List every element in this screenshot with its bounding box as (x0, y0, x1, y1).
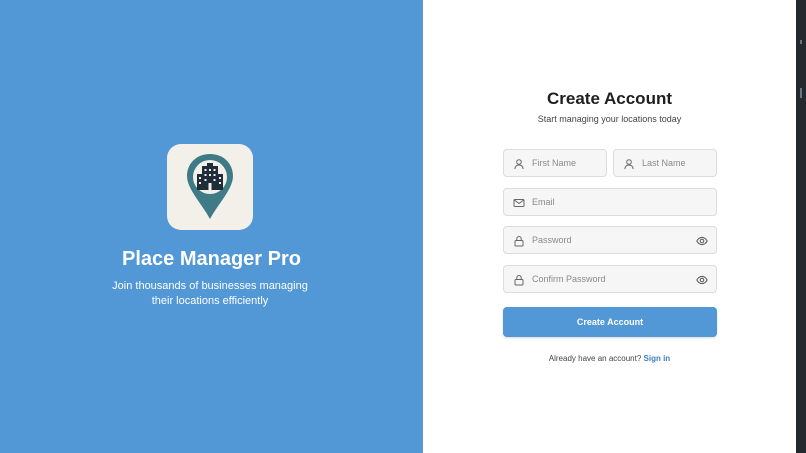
eye-icon[interactable] (696, 274, 708, 286)
brand-subtitle: Join thousands of businesses managing th… (112, 280, 308, 307)
form-title: Create Account (546, 89, 672, 108)
app-logo (167, 144, 253, 230)
last-name-input[interactable]: Last Name (613, 149, 717, 177)
user-icon (624, 159, 634, 170)
signin-prompt: Already have an account? (548, 354, 642, 363)
brand-panel: Place Manager Pro Join thousands of busi… (0, 0, 423, 453)
building-pin-icon (187, 154, 233, 219)
first-name-input[interactable]: First Name (503, 149, 607, 177)
lock-icon (514, 274, 524, 286)
password-input[interactable]: Password (503, 226, 717, 254)
confirm-password-input[interactable]: Confirm Password (503, 265, 717, 293)
confirm-password-placeholder: Confirm Password (532, 274, 606, 284)
eye-icon[interactable] (696, 235, 708, 247)
email-input[interactable]: Email (503, 188, 717, 216)
lock-icon (514, 235, 524, 247)
first-name-placeholder: First Name (532, 158, 577, 168)
signin-link[interactable]: Sign in (644, 354, 671, 363)
mail-icon (513, 199, 525, 207)
window-edge (796, 0, 806, 453)
password-placeholder: Password (532, 235, 572, 245)
create-account-button[interactable]: Create Account (503, 307, 717, 337)
form-subtitle: Start managing your locations today (537, 114, 682, 124)
signin-row: Already have an account? Sign in (423, 353, 796, 365)
email-placeholder: Email (532, 197, 555, 207)
user-icon (514, 159, 524, 170)
brand-title: Place Manager Pro (122, 248, 301, 270)
last-name-placeholder: Last Name (642, 158, 686, 168)
